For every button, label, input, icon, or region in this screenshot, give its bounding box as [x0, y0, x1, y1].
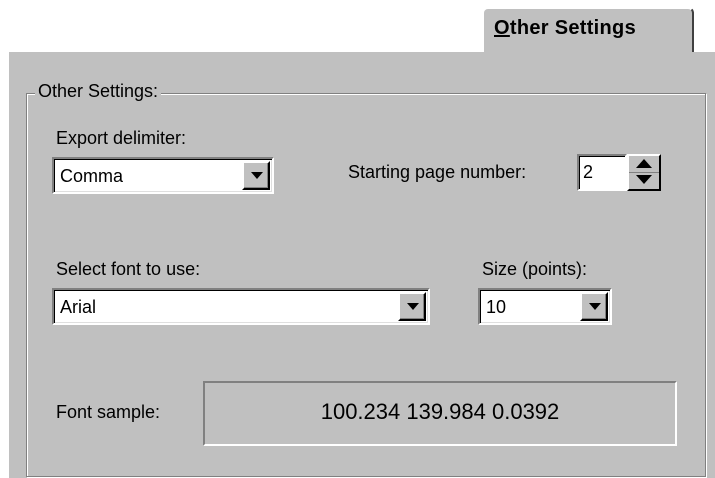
- spin-up-button[interactable]: [629, 156, 659, 173]
- tab-label-rest: ther Settings: [509, 17, 636, 39]
- export-delimiter-label: Export delimiter:: [56, 128, 187, 148]
- font-select[interactable]: Arial: [52, 288, 430, 325]
- chevron-down-icon: [589, 303, 601, 310]
- export-delimiter-value: Comma: [60, 166, 124, 186]
- tab-other-settings[interactable]: Other Settings: [482, 7, 694, 52]
- spin-down-button[interactable]: [629, 173, 659, 189]
- size-select[interactable]: 10: [478, 288, 612, 325]
- font-sample-text: 100.234 139.984 0.0392: [320, 399, 560, 424]
- font-sample-label: Font sample:: [56, 402, 161, 422]
- font-select-label: Select font to use:: [56, 259, 201, 279]
- group-title: Other Settings:: [35, 81, 162, 102]
- font-dropdown-button[interactable]: [398, 292, 426, 321]
- chevron-down-icon: [251, 172, 263, 179]
- arrow-up-icon: [636, 159, 652, 168]
- tab-label-accelerator: O: [494, 17, 510, 39]
- font-select-value: Arial: [60, 297, 97, 317]
- tab-label: Other Settings: [494, 17, 636, 40]
- starting-page-value: 2: [583, 162, 594, 182]
- font-sample-box: 100.234 139.984 0.0392: [203, 381, 677, 446]
- size-select-value: 10: [486, 297, 507, 317]
- arrow-down-icon: [636, 175, 652, 184]
- export-delimiter-dropdown-button[interactable]: [242, 161, 270, 190]
- starting-page-label: Starting page number:: [348, 162, 527, 182]
- export-delimiter-select[interactable]: Comma: [52, 157, 274, 194]
- starting-page-input[interactable]: 2: [577, 154, 627, 191]
- starting-page-spinner[interactable]: [627, 154, 661, 191]
- size-dropdown-button[interactable]: [580, 292, 608, 321]
- size-label: Size (points):: [482, 259, 588, 279]
- chevron-down-icon: [407, 303, 419, 310]
